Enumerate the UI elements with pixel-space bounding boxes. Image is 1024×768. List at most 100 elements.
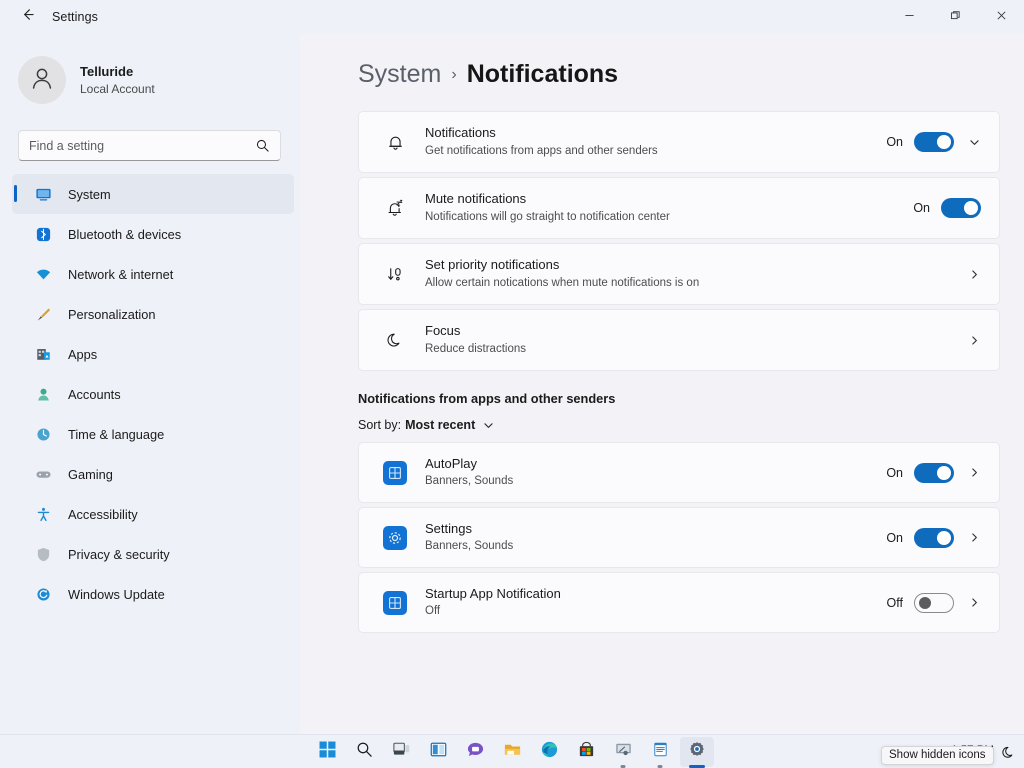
sidebar-item-gaming[interactable]: Gaming [12, 454, 294, 494]
accessibility-person-icon [32, 506, 54, 523]
chevron-down-icon[interactable] [968, 136, 981, 149]
toggle-state-label: On [886, 135, 903, 149]
moon-icon [379, 331, 411, 350]
sidebar-item-time-language[interactable]: Time & language [12, 414, 294, 454]
sidebar-item-label: Apps [68, 347, 97, 362]
setting-row-mute-notifications[interactable]: Mute notifications Notifications will go… [358, 177, 1000, 239]
sidebar-item-windows-update[interactable]: Windows Update [12, 574, 294, 614]
sidebar-item-accessibility[interactable]: Accessibility [12, 494, 294, 534]
settings-cards: Notifications Get notifications from app… [300, 89, 1024, 371]
setting-row-notifications[interactable]: Notifications Get notifications from app… [358, 111, 1000, 173]
monitor-icon [32, 186, 54, 203]
moon-focus-icon[interactable] [1001, 745, 1016, 760]
startup-app-notification-toggle[interactable] [914, 593, 954, 613]
bell-sleep-icon [379, 199, 411, 218]
paintbrush-icon [32, 306, 54, 323]
setting-subtitle: Allow certain notications when mute noti… [425, 276, 968, 291]
main-content: System › Notifications Notifications Get… [300, 34, 1024, 734]
settings-window: Settings [0, 0, 1024, 768]
page-title: Notifications [467, 60, 618, 89]
close-button[interactable] [978, 0, 1024, 34]
file-explorer-button[interactable] [495, 737, 529, 767]
sidebar-nav: System Bluetooth & devices Network [0, 174, 300, 614]
clock-globe-icon [32, 426, 54, 443]
settings-gear-icon [687, 740, 707, 765]
toggle-state-label: On [886, 466, 903, 480]
chevron-right-icon[interactable] [968, 334, 981, 347]
app-row-autoplay[interactable]: AutoPlay Banners, Sounds On [358, 442, 1000, 503]
breadcrumb-separator-icon: › [451, 66, 456, 84]
toggle-state-label: On [913, 201, 930, 215]
sidebar-item-label: Privacy & security [68, 547, 170, 562]
sidebar-item-label: Accounts [68, 387, 121, 402]
sidebar-item-label: Network & internet [68, 267, 173, 282]
avatar [18, 56, 66, 104]
search-button[interactable] [347, 737, 381, 767]
sidebar-item-apps[interactable]: Apps [12, 334, 294, 374]
startup-app-icon [379, 591, 411, 615]
chevron-right-icon[interactable] [968, 531, 981, 544]
sidebar-item-network-internet[interactable]: Network & internet [12, 254, 294, 294]
tooltip-show-hidden-icons: Show hidden icons [881, 746, 994, 765]
app-subtitle: Off [425, 604, 887, 619]
sidebar-item-privacy-security[interactable]: Privacy & security [12, 534, 294, 574]
person-avatar-icon [28, 64, 56, 97]
notepad-button[interactable] [643, 737, 677, 767]
windows-start-icon [318, 740, 337, 764]
window-controls [886, 0, 1024, 34]
task-view-button[interactable] [384, 737, 418, 767]
sidebar-item-bluetooth-devices[interactable]: Bluetooth & devices [12, 214, 294, 254]
back-button[interactable] [10, 2, 44, 32]
toggle-state-label: Off [887, 596, 903, 610]
sidebar-item-personalization[interactable]: Personalization [12, 294, 294, 334]
mute-notifications-toggle[interactable] [941, 198, 981, 218]
start-button[interactable] [310, 737, 344, 767]
chevron-right-icon[interactable] [968, 466, 981, 479]
sidebar-item-label: Gaming [68, 467, 113, 482]
minimize-button[interactable] [886, 0, 932, 34]
sidebar-item-label: Windows Update [68, 587, 165, 602]
sidebar-item-system[interactable]: System [12, 174, 294, 214]
folder-icon [503, 740, 522, 764]
bluetooth-icon [32, 226, 54, 243]
search-input[interactable] [29, 139, 255, 153]
breadcrumb-parent[interactable]: System [358, 60, 441, 89]
microsoft-store-button[interactable] [569, 737, 603, 767]
task-view-icon [392, 740, 411, 764]
chevron-right-icon[interactable] [968, 596, 981, 609]
app-name: Startup App Notification [425, 586, 887, 603]
setting-title: Set priority notifications [425, 257, 968, 274]
sidebar-item-label: Time & language [68, 427, 164, 442]
app-row-startup-app-notification[interactable]: Startup App Notification Off Off [358, 572, 1000, 633]
priority-sort-icon [379, 265, 411, 284]
settings-taskbar-button[interactable] [680, 737, 714, 767]
setting-row-focus[interactable]: Focus Reduce distractions [358, 309, 1000, 371]
widgets-icon [429, 740, 448, 764]
profile-section[interactable]: Telluride Local Account [0, 34, 300, 104]
sidebar-item-label: Bluetooth & devices [68, 227, 181, 242]
chat-button[interactable] [458, 737, 492, 767]
title-bar: Settings [0, 0, 1024, 34]
sidebar-item-accounts[interactable]: Accounts [12, 374, 294, 414]
setting-title: Focus [425, 323, 968, 340]
search-box[interactable] [18, 130, 281, 161]
maximize-button[interactable] [932, 0, 978, 34]
setting-row-set-priority-notifications[interactable]: Set priority notifications Allow certain… [358, 243, 1000, 305]
sidebar: Telluride Local Account [0, 34, 300, 734]
shield-icon [32, 546, 54, 563]
autoplay-toggle[interactable] [914, 463, 954, 483]
app-row-settings[interactable]: Settings Banners, Sounds On [358, 507, 1000, 568]
section-heading: Notifications from apps and other sender… [300, 375, 1024, 406]
store-icon [577, 740, 596, 764]
edge-button[interactable] [532, 737, 566, 767]
settings-app-icon [379, 526, 411, 550]
chevron-down-icon[interactable] [482, 419, 495, 432]
remote-desktop-button[interactable] [606, 737, 640, 767]
chevron-right-icon[interactable] [968, 268, 981, 281]
notifications-toggle[interactable] [914, 132, 954, 152]
widgets-button[interactable] [421, 737, 455, 767]
sort-by-control[interactable]: Sort by: Most recent [300, 406, 1024, 442]
settings-app-toggle[interactable] [914, 528, 954, 548]
sort-by-label: Sort by: [358, 418, 401, 432]
search-icon [355, 740, 374, 764]
